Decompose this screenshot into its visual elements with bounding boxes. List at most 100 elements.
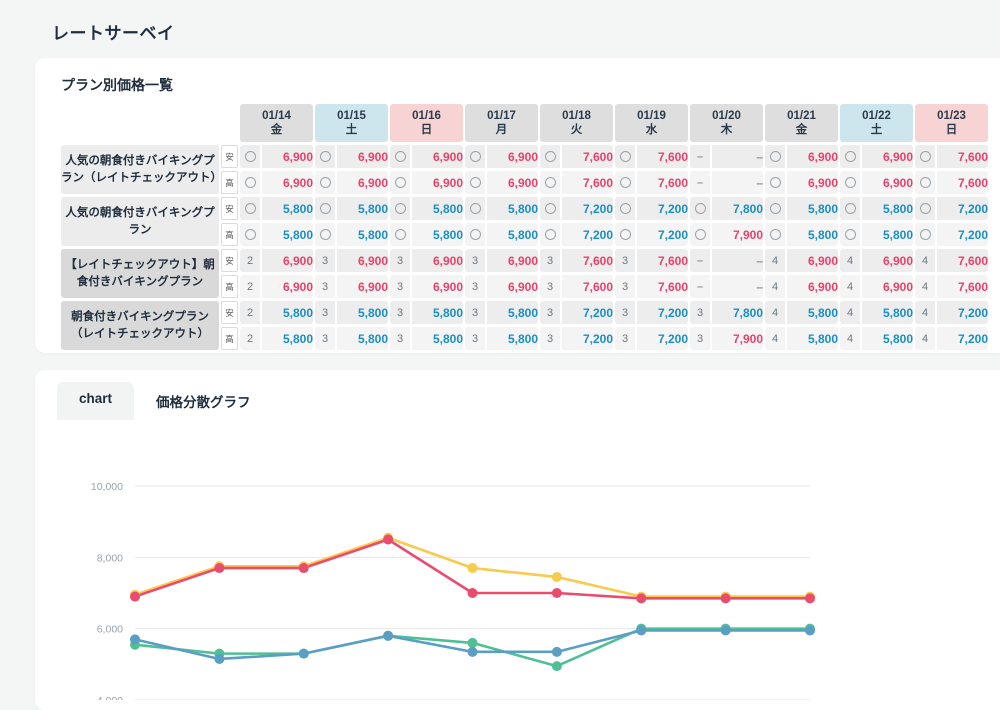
status-cell[interactable]: 2 [240,301,260,324]
status-cell[interactable]: 3 [540,275,560,298]
status-cell[interactable]: 2 [240,249,260,272]
price-cell[interactable]: 7,600 [562,171,613,194]
status-cell[interactable] [690,223,710,246]
price-cell[interactable]: 7,200 [637,223,688,246]
status-cell[interactable]: 3 [390,327,410,350]
date-header-01-21[interactable]: 01/21金 [765,104,838,142]
data-point[interactable] [468,588,478,598]
data-point[interactable] [214,563,224,573]
status-cell[interactable] [765,171,785,194]
tab-chart[interactable]: chart [57,382,134,420]
status-cell[interactable]: 3 [390,301,410,324]
status-cell[interactable]: 4 [765,275,785,298]
status-cell[interactable]: 4 [915,301,935,324]
status-cell[interactable] [315,145,335,168]
status-cell[interactable] [465,197,485,220]
price-cell[interactable]: 5,800 [862,301,913,324]
price-cell[interactable]: 6,900 [787,275,838,298]
price-cell[interactable]: 5,800 [787,197,838,220]
status-cell[interactable]: 2 [240,275,260,298]
price-cell[interactable]: 7,600 [937,171,988,194]
price-cell[interactable]: 6,900 [337,145,388,168]
price-cell[interactable]: 5,800 [487,327,538,350]
status-cell[interactable] [840,197,860,220]
price-cell[interactable]: 6,900 [412,275,463,298]
status-cell[interactable]: 3 [315,301,335,324]
status-cell[interactable]: – [690,275,710,298]
data-point[interactable] [468,647,478,657]
price-cell[interactable]: 5,800 [862,327,913,350]
price-cell[interactable]: 5,800 [862,197,913,220]
price-cell[interactable]: 5,800 [337,223,388,246]
price-cell[interactable]: 7,200 [937,301,988,324]
price-cell[interactable]: 7,200 [937,197,988,220]
price-cell[interactable]: 7,600 [562,275,613,298]
price-cell[interactable]: 7,200 [937,327,988,350]
date-header-01-20[interactable]: 01/20木 [690,104,763,142]
status-cell[interactable] [390,197,410,220]
price-cell[interactable]: – [712,145,763,168]
status-cell[interactable]: 3 [540,301,560,324]
status-cell[interactable] [465,223,485,246]
status-cell[interactable]: 3 [615,301,635,324]
price-cell[interactable]: 7,200 [562,223,613,246]
status-cell[interactable] [540,145,560,168]
price-cell[interactable]: 7,600 [637,171,688,194]
price-cell[interactable]: 6,900 [412,249,463,272]
price-cell[interactable]: 5,800 [787,327,838,350]
data-point[interactable] [130,592,140,602]
price-cell[interactable]: 5,800 [412,327,463,350]
status-cell[interactable]: 4 [840,249,860,272]
price-cell[interactable]: 6,900 [412,171,463,194]
date-header-01-17[interactable]: 01/17月 [465,104,538,142]
status-cell[interactable] [540,171,560,194]
status-cell[interactable]: 3 [615,249,635,272]
price-cell[interactable]: 7,200 [937,223,988,246]
status-cell[interactable] [540,223,560,246]
price-cell[interactable]: 7,600 [562,145,613,168]
status-cell[interactable] [465,145,485,168]
status-cell[interactable] [615,171,635,194]
status-cell[interactable] [840,145,860,168]
price-cell[interactable]: 6,900 [262,275,313,298]
status-cell[interactable]: 3 [690,301,710,324]
status-cell[interactable]: – [690,171,710,194]
plan-name-cell[interactable]: 人気の朝食付きバイキングプラン [61,197,219,246]
price-cell[interactable]: 7,600 [937,275,988,298]
status-cell[interactable]: 3 [465,249,485,272]
price-cell[interactable]: 6,900 [262,145,313,168]
price-cell[interactable]: 7,800 [712,301,763,324]
status-cell[interactable]: 3 [540,249,560,272]
data-point[interactable] [299,649,309,659]
data-point[interactable] [721,593,731,603]
price-cell[interactable]: 5,800 [487,197,538,220]
status-cell[interactable] [315,197,335,220]
data-point[interactable] [805,625,815,635]
price-cell[interactable]: 5,800 [337,197,388,220]
data-point[interactable] [130,634,140,644]
status-cell[interactable]: 3 [315,249,335,272]
status-cell[interactable] [240,171,260,194]
date-header-01-19[interactable]: 01/19水 [615,104,688,142]
status-cell[interactable] [915,171,935,194]
status-cell[interactable]: 4 [915,327,935,350]
status-cell[interactable] [915,197,935,220]
status-cell[interactable]: 3 [465,327,485,350]
status-cell[interactable] [915,223,935,246]
price-cell[interactable]: 6,900 [862,249,913,272]
price-cell[interactable]: 7,600 [637,249,688,272]
plan-name-cell[interactable]: 【レイトチェックアウト】朝食付きバイキングプラン [61,249,219,298]
price-cell[interactable]: 6,900 [787,249,838,272]
price-cell[interactable]: 6,900 [487,171,538,194]
status-cell[interactable] [765,197,785,220]
price-cell[interactable]: 7,600 [637,145,688,168]
price-cell[interactable]: 7,600 [937,145,988,168]
status-cell[interactable] [540,197,560,220]
price-cell[interactable]: 6,900 [337,171,388,194]
price-cell[interactable]: 6,900 [862,145,913,168]
price-cell[interactable]: 7,200 [562,327,613,350]
data-point[interactable] [299,563,309,573]
price-cell[interactable]: 5,800 [487,301,538,324]
price-cell[interactable]: 6,900 [337,249,388,272]
data-point[interactable] [636,593,646,603]
